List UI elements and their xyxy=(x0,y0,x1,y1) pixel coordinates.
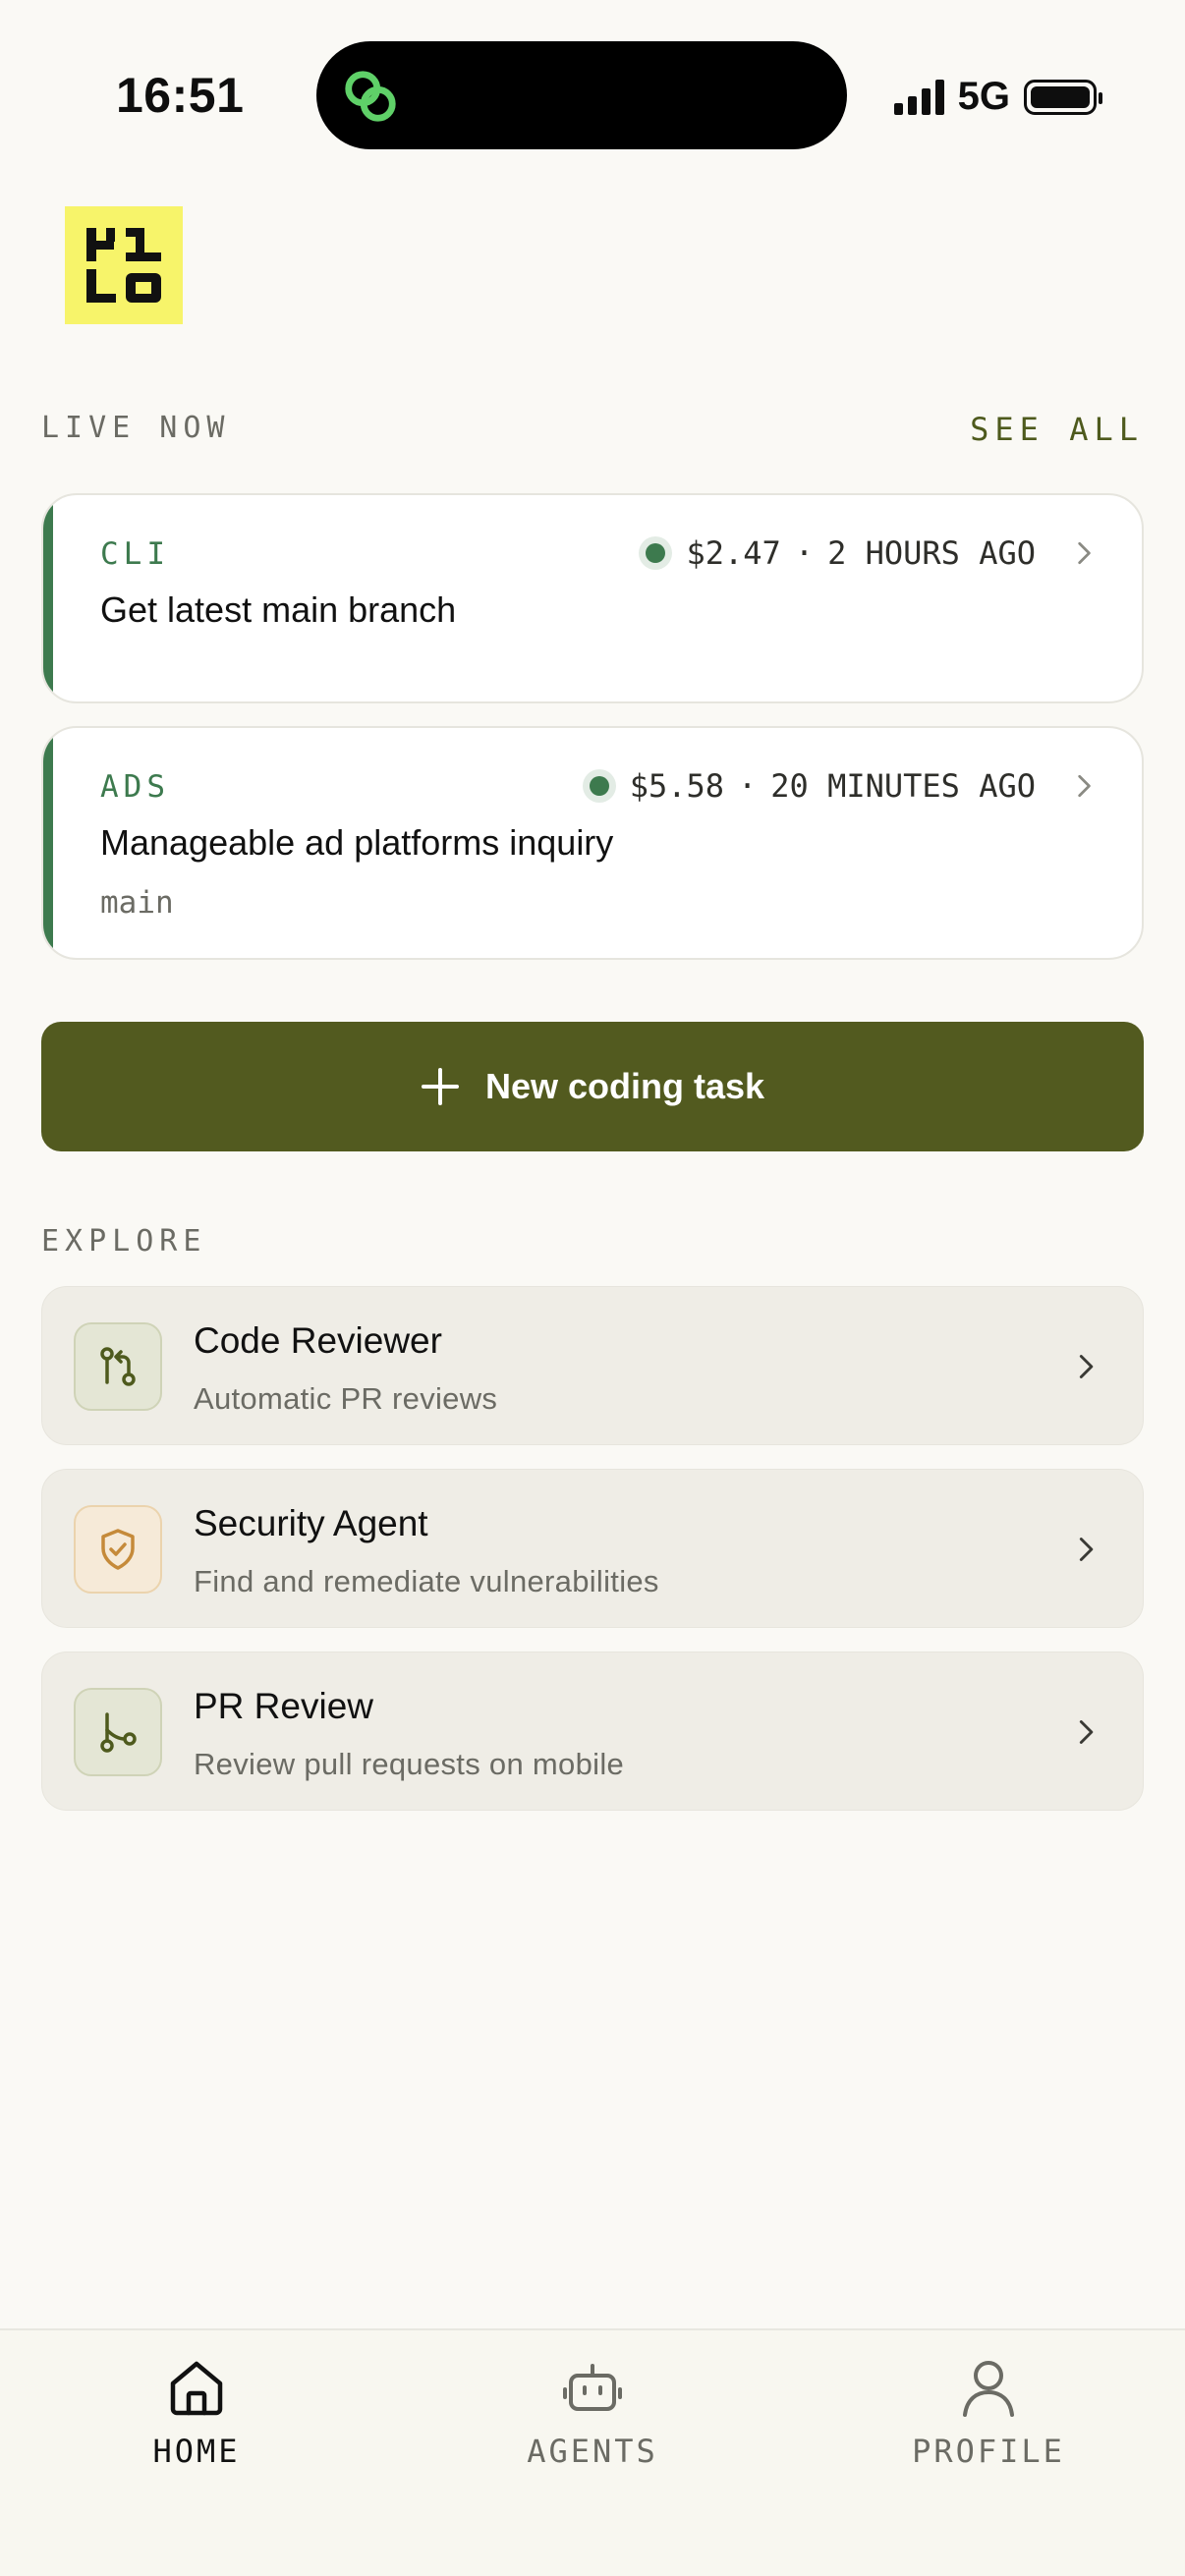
session-tag: CLI xyxy=(100,536,170,572)
dynamic-island xyxy=(316,41,847,149)
kilo-logo-icon xyxy=(86,228,161,303)
status-right: 5G xyxy=(893,75,1102,119)
explore-item-title: PR Review xyxy=(194,1686,373,1726)
explore-item-description: Automatic PR reviews xyxy=(194,1381,498,1416)
nav-item-agents[interactable]: AGENTS xyxy=(465,2356,720,2470)
git-branch-icon xyxy=(100,1712,137,1753)
explore-item-title: Code Reviewer xyxy=(194,1320,442,1361)
new-coding-task-button[interactable]: New coding task xyxy=(41,1022,1144,1151)
shield-check-icon xyxy=(101,1529,135,1570)
icon-box xyxy=(74,1505,162,1594)
explore-label: EXPLORE xyxy=(41,1224,207,1259)
session-meta: $2.47 · 2 HOURS AGO xyxy=(639,534,1036,572)
status-time: 16:51 xyxy=(116,68,245,123)
git-compare-icon xyxy=(100,1347,136,1386)
meta-separator: · xyxy=(738,767,758,805)
nav-label: AGENTS xyxy=(527,2433,658,2470)
explore-item-pr-review[interactable]: PR Review Review pull requests on mobile xyxy=(41,1652,1144,1811)
session-tag: ADS xyxy=(100,769,170,805)
card-accent-bar xyxy=(43,495,53,701)
session-branch: main xyxy=(100,885,174,921)
nav-item-home[interactable]: HOME xyxy=(69,2356,324,2470)
chevron-right-icon xyxy=(1079,1720,1094,1744)
see-all-link[interactable]: SEE ALL xyxy=(970,411,1144,448)
explore-item-code-reviewer[interactable]: Code Reviewer Automatic PR reviews xyxy=(41,1286,1144,1445)
chevron-right-icon xyxy=(1078,541,1091,565)
session-cost: $5.58 xyxy=(629,767,725,805)
live-session-card[interactable]: CLI $2.47 · 2 HOURS AGO Get latest main … xyxy=(41,493,1144,703)
kilo-logo[interactable] xyxy=(65,206,183,324)
live-now-label: LIVE NOW xyxy=(41,411,231,445)
session-cost: $2.47 xyxy=(686,534,781,572)
nav-label: PROFILE xyxy=(912,2433,1065,2470)
network-type: 5G xyxy=(957,75,1010,118)
home-icon xyxy=(170,2361,223,2416)
bottom-nav: HOME AGENTS PROFILE xyxy=(0,2328,1185,2576)
session-title: Manageable ad platforms inquiry xyxy=(100,822,614,863)
chevron-right-icon xyxy=(1079,1538,1094,1561)
session-time-ago: 20 MINUTES AGO xyxy=(770,767,1036,805)
explore-item-description: Review pull requests on mobile xyxy=(194,1747,625,1781)
explore-item-description: Find and remediate vulnerabilities xyxy=(194,1564,659,1598)
user-icon xyxy=(963,2361,1014,2417)
status-bar: 16:51 5G xyxy=(0,0,1185,187)
live-status-dot-icon xyxy=(639,536,673,570)
session-meta: $5.58 · 20 MINUTES AGO xyxy=(582,767,1036,805)
battery-icon xyxy=(1024,79,1102,115)
meta-separator: · xyxy=(794,534,815,572)
plus-icon xyxy=(421,1068,459,1105)
chevron-right-icon xyxy=(1078,774,1091,798)
nav-item-profile[interactable]: PROFILE xyxy=(861,2356,1116,2470)
new-coding-task-label: New coding task xyxy=(484,1066,765,1106)
session-title: Get latest main branch xyxy=(100,589,457,630)
live-session-card[interactable]: ADS $5.58 · 20 MINUTES AGO Manageable ad… xyxy=(41,726,1144,960)
card-accent-bar xyxy=(43,728,53,958)
robot-icon xyxy=(563,2364,622,2411)
session-time-ago: 2 HOURS AGO xyxy=(827,534,1036,572)
signal-icon xyxy=(893,79,944,115)
nav-label: HOME xyxy=(152,2433,241,2470)
explore-item-title: Security Agent xyxy=(194,1503,428,1543)
icon-box xyxy=(74,1322,162,1411)
link-icon xyxy=(345,71,396,122)
chevron-right-icon xyxy=(1079,1355,1094,1378)
explore-item-security-agent[interactable]: Security Agent Find and remediate vulner… xyxy=(41,1469,1144,1628)
icon-box xyxy=(74,1688,162,1776)
live-status-dot-icon xyxy=(582,769,616,803)
